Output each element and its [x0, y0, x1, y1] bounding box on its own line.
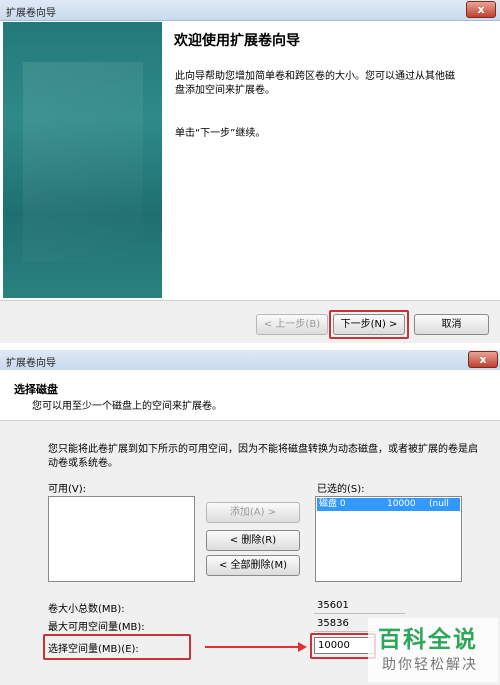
page-title: 选择磁盘 — [14, 383, 58, 396]
disk-size: 10000 — [387, 499, 416, 509]
available-label: 可用(V): — [48, 484, 87, 495]
window-title: 扩展卷向导 — [6, 358, 56, 369]
titlebar[interactable]: 扩展卷向导 x — [0, 350, 500, 371]
arrow-icon — [205, 646, 300, 648]
disk-note: (null — [429, 499, 449, 509]
available-disks-list[interactable] — [48, 496, 195, 582]
disk-name: 磁盘 0 — [319, 499, 346, 509]
wizard-footer: < 上一步(B) 下一步(N) > 取消 — [0, 300, 500, 343]
cancel-button[interactable]: 取消 — [414, 314, 489, 335]
close-button[interactable]: x — [468, 351, 498, 368]
back-button[interactable]: < 上一步(B) — [256, 314, 328, 335]
watermark-title: 百科全说 — [378, 627, 478, 653]
list-item[interactable]: 磁盘 0 10000 (null — [317, 498, 460, 511]
total-size-label: 卷大小总数(MB): — [48, 604, 125, 615]
page-subtitle: 您可以用至少一个磁盘上的空间来扩展卷。 — [32, 401, 222, 412]
wizard-header: 选择磁盘 您可以用至少一个磁盘上的空间来扩展卷。 — [0, 370, 500, 421]
add-button[interactable]: 添加(A) > — [206, 502, 300, 523]
wizard-instruction: 单击“下一步”继续。 — [175, 128, 266, 139]
page-title: 欢迎使用扩展卷向导 — [174, 33, 300, 49]
selected-label: 已选的(S): — [317, 484, 365, 495]
highlight-box — [329, 310, 409, 339]
label-highlight-box — [43, 634, 191, 660]
input-highlight-box — [310, 633, 376, 659]
close-button[interactable]: x — [466, 1, 496, 18]
selected-disks-list[interactable]: 磁盘 0 10000 (null — [315, 496, 462, 582]
wizard-side-banner — [3, 22, 162, 298]
watermark-logo: 百科全说 助你轻松解决 — [368, 618, 498, 682]
window-title: 扩展卷向导 — [6, 8, 56, 19]
total-size-value: 35601 — [314, 598, 405, 614]
banner-decoration — [23, 62, 143, 262]
extend-volume-wizard-welcome: 扩展卷向导 x 欢迎使用扩展卷向导 此向导帮助您增加简单卷和跨区卷的大小。您可以… — [0, 0, 500, 343]
titlebar[interactable]: 扩展卷向导 x — [0, 0, 500, 21]
remove-all-button[interactable]: < 全部删除(M) — [206, 555, 300, 576]
remove-button[interactable]: < 删除(R) — [206, 530, 300, 551]
arrowhead-icon — [298, 642, 307, 652]
max-space-label: 最大可用空间量(MB): — [48, 622, 145, 633]
watermark-subtitle: 助你轻松解决 — [382, 657, 478, 673]
wizard-description: 您只能将此卷扩展到如下所示的可用空间，因为不能将磁盘转换为动态磁盘，或者被扩展的… — [48, 444, 478, 469]
wizard-description: 此向导帮助您增加简单卷和跨区卷的大小。您可以通过从其他磁盘添加空间来扩展卷。 — [175, 71, 455, 96]
